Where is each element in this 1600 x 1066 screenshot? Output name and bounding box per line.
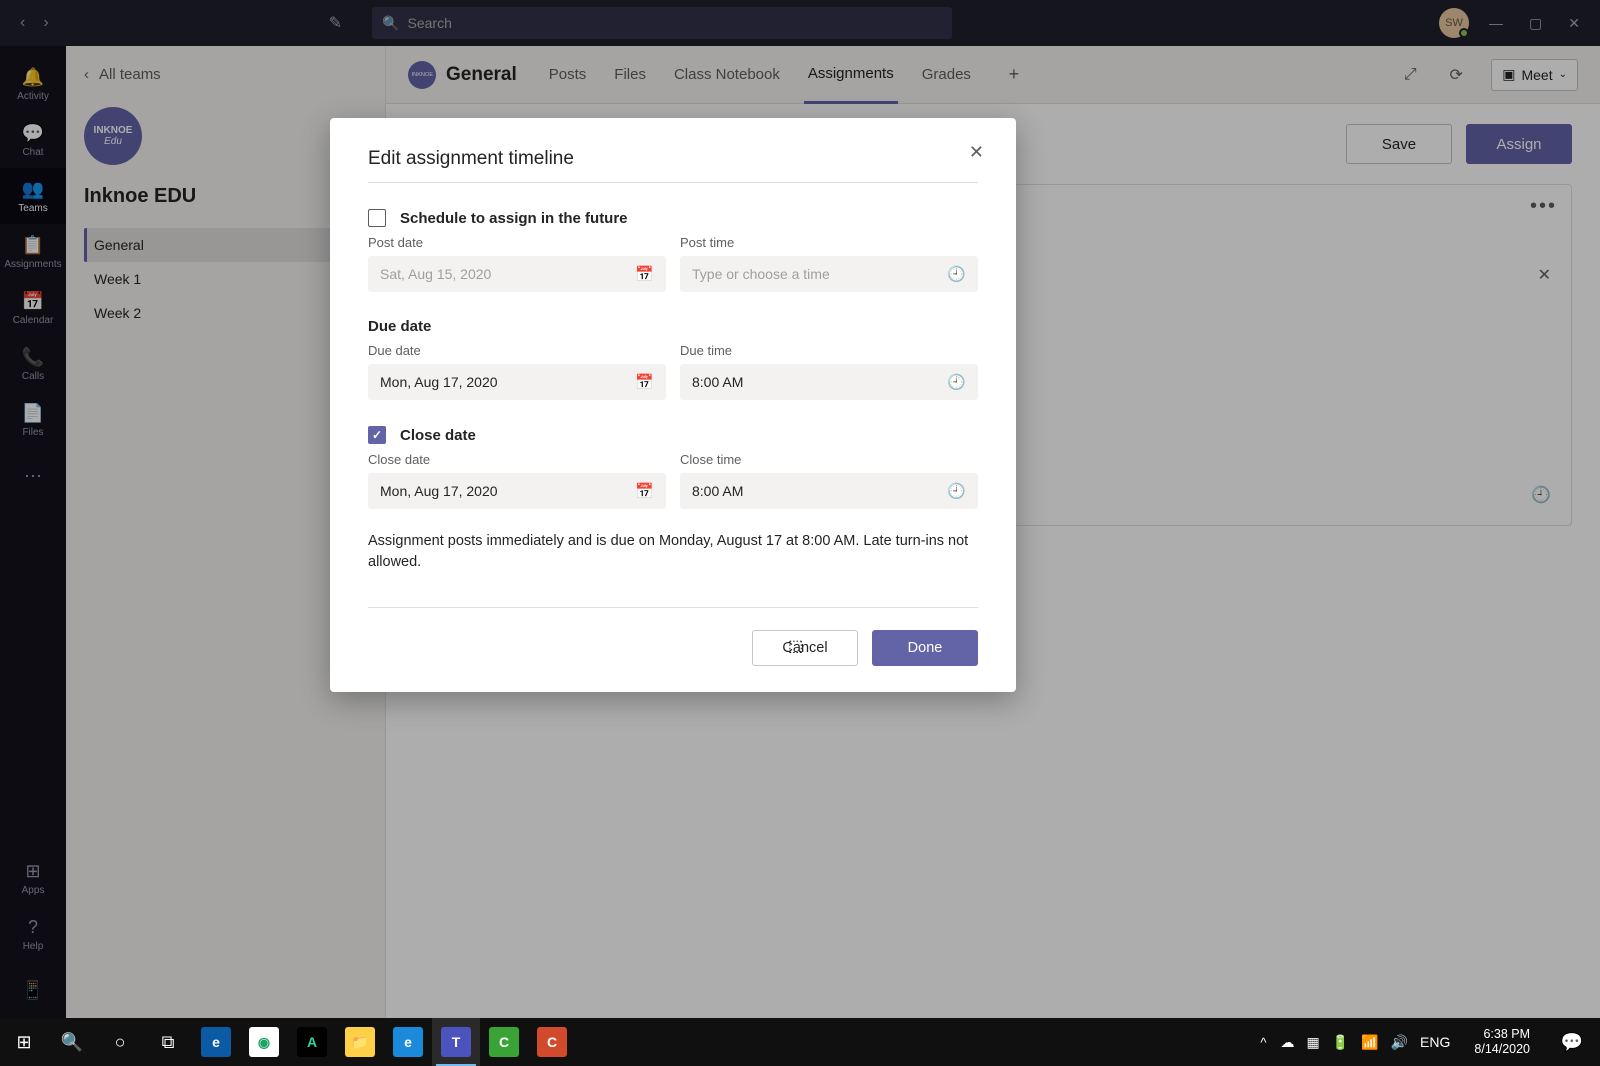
volume-icon[interactable]: 🔊 <box>1391 1034 1408 1051</box>
cancel-button[interactable]: Cancel <box>752 630 858 666</box>
post-time-label: Post time <box>680 235 978 250</box>
calendar-icon: 📅 <box>635 482 654 500</box>
battery-icon[interactable]: 🔋 <box>1332 1034 1349 1051</box>
due-date-header: Due date <box>368 318 431 335</box>
close-date-input[interactable]: Mon, Aug 17, 2020 📅 <box>368 473 666 509</box>
clock-icon: 🕘 <box>947 265 966 283</box>
close-time-input[interactable]: 8:00 AM 🕘 <box>680 473 978 509</box>
windows-taskbar: ⊞ 🔍 ○ ⧉ e◉A📁eTCC ^ ☁ ▦ 🔋 📶 🔊 ENG 6:38 PM… <box>0 1018 1600 1066</box>
tray-chevron-icon[interactable]: ^ <box>1260 1035 1266 1050</box>
ime-icon[interactable]: ENG <box>1420 1034 1450 1051</box>
onedrive-icon[interactable]: ☁ <box>1281 1034 1295 1051</box>
taskbar-app-edge[interactable]: e <box>192 1018 240 1066</box>
calendar-icon: 📅 <box>635 373 654 391</box>
post-date-label: Post date <box>368 235 666 250</box>
tray-icon[interactable]: ▦ <box>1307 1034 1320 1051</box>
taskbar-clock[interactable]: 6:38 PM 8/14/2020 <box>1474 1027 1530 1057</box>
close-date-checkbox[interactable]: ✓ <box>368 426 386 444</box>
close-time-label: Close time <box>680 452 978 467</box>
clock-icon: 🕘 <box>947 482 966 500</box>
calendar-icon: 📅 <box>635 265 654 283</box>
start-button[interactable]: ⊞ <box>0 1018 48 1066</box>
post-date-input[interactable]: Sat, Aug 15, 2020 📅 <box>368 256 666 292</box>
schedule-checkbox[interactable] <box>368 209 386 227</box>
due-time-label: Due time <box>680 343 978 358</box>
taskbar-app-camtasia2[interactable]: C <box>528 1018 576 1066</box>
taskbar-app-chrome[interactable]: ◉ <box>240 1018 288 1066</box>
taskbar-search[interactable]: 🔍 <box>48 1018 96 1066</box>
done-button[interactable]: Done <box>872 630 978 666</box>
due-date-input[interactable]: Mon, Aug 17, 2020 📅 <box>368 364 666 400</box>
due-time-input[interactable]: 8:00 AM 🕘 <box>680 364 978 400</box>
taskbar-app-explorer[interactable]: 📁 <box>336 1018 384 1066</box>
close-date-header: Close date <box>400 427 476 444</box>
close-date-label: Close date <box>368 452 666 467</box>
taskbar-app-app-a[interactable]: A <box>288 1018 336 1066</box>
task-view-icon[interactable]: ⧉ <box>144 1018 192 1066</box>
action-center-icon[interactable]: 💬 <box>1550 1018 1594 1066</box>
modal-title: Edit assignment timeline <box>368 148 978 183</box>
taskbar-app-camtasia[interactable]: C <box>480 1018 528 1066</box>
timeline-summary: Assignment posts immediately and is due … <box>368 531 978 573</box>
wifi-icon[interactable]: 📶 <box>1361 1034 1378 1051</box>
edit-timeline-modal: ✕ Edit assignment timeline Schedule to a… <box>330 118 1016 692</box>
taskbar-app-teams[interactable]: T <box>432 1018 480 1066</box>
schedule-label: Schedule to assign in the future <box>400 210 628 227</box>
cortana-icon[interactable]: ○ <box>96 1018 144 1066</box>
mouse-cursor: ⬚ <box>788 636 803 656</box>
post-time-input[interactable]: Type or choose a time 🕘 <box>680 256 978 292</box>
due-date-label: Due date <box>368 343 666 358</box>
taskbar-app-edge2[interactable]: e <box>384 1018 432 1066</box>
clock-icon: 🕘 <box>947 373 966 391</box>
modal-close-icon[interactable]: ✕ <box>969 142 984 163</box>
